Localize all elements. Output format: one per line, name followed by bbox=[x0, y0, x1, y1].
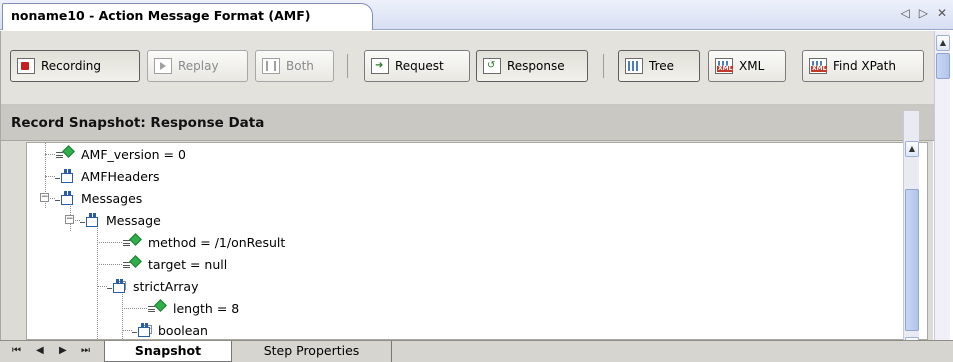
tree-button[interactable]: Tree bbox=[618, 50, 700, 82]
tree-connector bbox=[45, 154, 55, 155]
tree-connector bbox=[97, 242, 122, 243]
object-node-icon bbox=[132, 322, 154, 338]
response-tree[interactable]: − − − + AMF_version = 0 AMFHeaders Messa… bbox=[26, 142, 928, 340]
tree-node-boolean[interactable]: boolean bbox=[132, 319, 208, 339]
scroll-up-icon[interactable]: ▲ bbox=[936, 35, 950, 51]
recording-button-label: Recording bbox=[41, 59, 102, 73]
last-tab-icon[interactable]: ⏭ bbox=[81, 345, 90, 356]
document-tab[interactable]: noname10 - Action Message Format (AMF) bbox=[2, 3, 373, 30]
property-icon bbox=[122, 255, 144, 271]
snapshot-panel: Recording Replay Both ➜ Request ↺ Respon… bbox=[0, 31, 934, 340]
tree-connector bbox=[122, 308, 147, 309]
tree-node-amf-version[interactable]: AMF_version = 0 bbox=[55, 143, 186, 165]
tree-node-label: AMFHeaders bbox=[81, 168, 160, 184]
object-node-icon bbox=[55, 190, 77, 206]
tree-view-icon bbox=[625, 58, 643, 74]
object-node-icon bbox=[80, 212, 102, 228]
toolbar-separator bbox=[603, 54, 604, 78]
bottom-tab-bar: ⏮ ◀ ▶ ⏭ Snapshot Step Properties bbox=[0, 340, 953, 362]
replay-button[interactable]: Replay bbox=[147, 50, 248, 82]
panel-scroll-thumb[interactable] bbox=[936, 53, 950, 79]
tree-node-label: AMF_version = 0 bbox=[81, 146, 186, 162]
xml-view-icon: XML bbox=[715, 58, 734, 74]
tree-node-messages[interactable]: Messages bbox=[55, 187, 142, 209]
tree-node-label: target = null bbox=[148, 256, 228, 272]
tree-node-message[interactable]: Message bbox=[80, 209, 161, 231]
tree-connector bbox=[45, 176, 55, 177]
tree-button-label: Tree bbox=[649, 59, 675, 73]
property-icon bbox=[122, 233, 144, 249]
tab-prev-icon[interactable]: ◁ bbox=[900, 6, 909, 20]
both-icon bbox=[262, 58, 280, 74]
recording-button[interactable]: Recording bbox=[10, 50, 140, 82]
tree-node-label: length = 8 bbox=[173, 300, 240, 316]
request-icon: ➜ bbox=[371, 58, 389, 74]
tree-connector bbox=[97, 286, 107, 287]
tree-node-label: Messages bbox=[81, 190, 143, 206]
property-icon bbox=[55, 145, 77, 161]
tree-scroll-thumb[interactable] bbox=[905, 189, 919, 331]
prev-tab-icon[interactable]: ◀ bbox=[36, 345, 44, 356]
request-button-label: Request bbox=[395, 59, 444, 73]
response-button-label: Response bbox=[507, 59, 565, 73]
document-tab-bar: noname10 - Action Message Format (AMF) ◁… bbox=[0, 0, 953, 30]
tree-node-length[interactable]: length = 8 bbox=[147, 297, 239, 319]
snapshot-toolbar: Recording Replay Both ➜ Request ↺ Respon… bbox=[1, 31, 934, 105]
find-xpath-icon: XML bbox=[809, 58, 828, 74]
request-button[interactable]: ➜ Request bbox=[364, 50, 470, 82]
property-icon bbox=[147, 299, 169, 315]
object-node-icon bbox=[107, 278, 129, 294]
collapse-messages-icon[interactable]: − bbox=[40, 193, 49, 202]
tree-node-amfheaders[interactable]: AMFHeaders bbox=[55, 165, 160, 187]
scroll-up-icon[interactable]: ▲ bbox=[905, 141, 919, 157]
tree-node-strictarray[interactable]: strictArray bbox=[107, 275, 198, 297]
tree-node-label: method = /1/onResult bbox=[148, 234, 286, 250]
tree-node-label: Message bbox=[106, 212, 161, 228]
tree-scrollbar[interactable]: ▲ ▼ bbox=[903, 111, 919, 353]
object-node-icon bbox=[55, 168, 77, 184]
find-xpath-button[interactable]: XML Find XPath bbox=[802, 50, 924, 82]
panel-scrollbar[interactable]: ▲ bbox=[934, 31, 950, 340]
both-button-label: Both bbox=[286, 59, 314, 73]
tab-close-icon[interactable]: ✕ bbox=[937, 6, 947, 20]
response-icon: ↺ bbox=[483, 58, 501, 74]
find-xpath-button-label: Find XPath bbox=[833, 59, 896, 73]
first-tab-icon[interactable]: ⏮ bbox=[12, 345, 21, 356]
replay-icon bbox=[154, 58, 172, 74]
tab-controls: ◁ ▷ ✕ bbox=[900, 6, 947, 20]
record-icon bbox=[17, 58, 35, 74]
tree-node-label: boolean bbox=[158, 322, 208, 338]
tree-connector bbox=[97, 228, 98, 339]
xml-button-label: XML bbox=[739, 59, 765, 73]
tree-node-target[interactable]: target = null bbox=[122, 253, 227, 275]
document-tab-title: noname10 - Action Message Format (AMF) bbox=[11, 8, 311, 23]
collapse-message-icon[interactable]: − bbox=[65, 215, 74, 224]
xml-button[interactable]: XML XML bbox=[708, 50, 786, 82]
both-button[interactable]: Both bbox=[255, 50, 334, 82]
response-button[interactable]: ↺ Response bbox=[476, 50, 588, 82]
replay-button-label: Replay bbox=[178, 59, 219, 73]
tree-node-label: strictArray bbox=[133, 278, 199, 294]
tree-node-method[interactable]: method = /1/onResult bbox=[122, 231, 285, 253]
tab-next-icon[interactable]: ▷ bbox=[919, 6, 928, 20]
tree-connector bbox=[97, 264, 122, 265]
toolbar-separator bbox=[347, 54, 348, 78]
tab-step-properties[interactable]: Step Properties bbox=[232, 341, 392, 362]
next-tab-icon[interactable]: ▶ bbox=[59, 345, 67, 356]
tab-snapshot[interactable]: Snapshot bbox=[104, 341, 232, 362]
tree-connector bbox=[122, 330, 132, 331]
section-title: Record Snapshot: Response Data bbox=[1, 105, 934, 141]
tree-connector bbox=[122, 294, 123, 339]
